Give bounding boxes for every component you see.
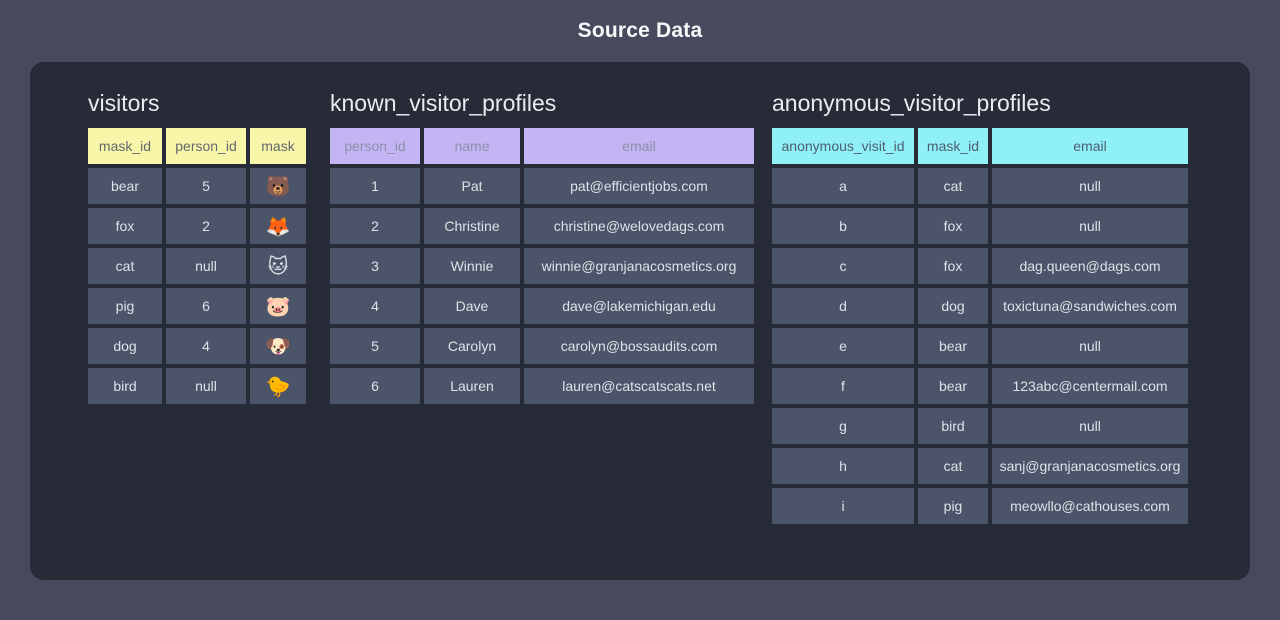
table-grid-known: person_id name email 1 Pat pat@efficient… bbox=[330, 128, 754, 404]
table-cell: b bbox=[772, 208, 914, 244]
table-cell: meowllo@cathouses.com bbox=[992, 488, 1188, 524]
table-cell: c bbox=[772, 248, 914, 284]
table-cell: d bbox=[772, 288, 914, 324]
table-title-known-visitor-profiles: known_visitor_profiles bbox=[330, 88, 754, 118]
table-cell: g bbox=[772, 408, 914, 444]
table-cell: 6 bbox=[330, 368, 420, 404]
column-header-email: email bbox=[524, 128, 754, 164]
table-cell: lauren@catscatscats.net bbox=[524, 368, 754, 404]
table-cell: fox bbox=[88, 208, 162, 244]
table-cell: Winnie bbox=[424, 248, 520, 284]
table-cell: 4 bbox=[166, 328, 246, 364]
table-cell: null bbox=[166, 248, 246, 284]
table-cell: 2 bbox=[330, 208, 420, 244]
table-cell: bear bbox=[918, 328, 988, 364]
table-cell: 2 bbox=[166, 208, 246, 244]
table-cell: 5 bbox=[330, 328, 420, 364]
table-cell: bird bbox=[918, 408, 988, 444]
table-cell: null bbox=[992, 168, 1188, 204]
table-cell: e bbox=[772, 328, 914, 364]
table-cell: pat@efficientjobs.com bbox=[524, 168, 754, 204]
table-cell: pig bbox=[88, 288, 162, 324]
table-cell: bird bbox=[88, 368, 162, 404]
column-header-email: email bbox=[992, 128, 1188, 164]
table-cell: dag.queen@dags.com bbox=[992, 248, 1188, 284]
table-grid-visitors: mask_id person_id mask bear 5 🐻 fox 2 🦊 … bbox=[88, 128, 306, 404]
table-cell: fox bbox=[918, 208, 988, 244]
table-known-visitor-profiles: known_visitor_profiles person_id name em… bbox=[330, 88, 754, 404]
table-cell: i bbox=[772, 488, 914, 524]
table-grid-anonymous: anonymous_visit_id mask_id email a cat n… bbox=[772, 128, 1188, 524]
table-cell: null bbox=[992, 408, 1188, 444]
table-cell: Dave bbox=[424, 288, 520, 324]
table-cell: null bbox=[166, 368, 246, 404]
table-anonymous-visitor-profiles: anonymous_visitor_profiles anonymous_vis… bbox=[772, 88, 1188, 524]
column-header-person-id: person_id bbox=[330, 128, 420, 164]
table-cell: christine@welovedags.com bbox=[524, 208, 754, 244]
dog-emoji-cell: 🐶 bbox=[250, 328, 306, 364]
pig-emoji-cell: 🐷 bbox=[250, 288, 306, 324]
cat-emoji-cell: 🐱 bbox=[250, 248, 306, 284]
column-header-person-id: person_id bbox=[166, 128, 246, 164]
table-cell: Christine bbox=[424, 208, 520, 244]
bear-emoji-cell: 🐻 bbox=[250, 168, 306, 204]
table-cell: 123abc@centermail.com bbox=[992, 368, 1188, 404]
source-data-panel: visitors mask_id person_id mask bear 5 🐻… bbox=[30, 62, 1250, 580]
column-header-mask-id: mask_id bbox=[918, 128, 988, 164]
table-cell: Pat bbox=[424, 168, 520, 204]
column-header-anonymous-visit-id: anonymous_visit_id bbox=[772, 128, 914, 164]
table-cell: 1 bbox=[330, 168, 420, 204]
table-cell: cat bbox=[918, 168, 988, 204]
table-cell: a bbox=[772, 168, 914, 204]
table-cell: 4 bbox=[330, 288, 420, 324]
table-cell: carolyn@bossaudits.com bbox=[524, 328, 754, 364]
column-header-name: name bbox=[424, 128, 520, 164]
table-cell: winnie@granjanacosmetics.org bbox=[524, 248, 754, 284]
table-cell: null bbox=[992, 328, 1188, 364]
table-cell: sanj@granjanacosmetics.org bbox=[992, 448, 1188, 484]
table-cell: bear bbox=[88, 168, 162, 204]
table-cell: bear bbox=[918, 368, 988, 404]
table-cell: fox bbox=[918, 248, 988, 284]
table-title-anonymous-visitor-profiles: anonymous_visitor_profiles bbox=[772, 88, 1188, 118]
table-cell: dog bbox=[88, 328, 162, 364]
table-cell: toxictuna@sandwiches.com bbox=[992, 288, 1188, 324]
table-cell: 6 bbox=[166, 288, 246, 324]
table-cell: 3 bbox=[330, 248, 420, 284]
fox-emoji-cell: 🦊 bbox=[250, 208, 306, 244]
table-cell: dave@lakemichigan.edu bbox=[524, 288, 754, 324]
table-cell: f bbox=[772, 368, 914, 404]
table-cell: Carolyn bbox=[424, 328, 520, 364]
table-cell: h bbox=[772, 448, 914, 484]
table-cell: Lauren bbox=[424, 368, 520, 404]
table-title-visitors: visitors bbox=[88, 88, 306, 118]
column-header-mask-id: mask_id bbox=[88, 128, 162, 164]
table-visitors: visitors mask_id person_id mask bear 5 🐻… bbox=[88, 88, 306, 404]
table-cell: pig bbox=[918, 488, 988, 524]
table-cell: dog bbox=[918, 288, 988, 324]
column-header-mask: mask bbox=[250, 128, 306, 164]
table-cell: cat bbox=[88, 248, 162, 284]
bird-emoji-cell: 🐤 bbox=[250, 368, 306, 404]
page-title: Source Data bbox=[0, 0, 1280, 62]
table-cell: null bbox=[992, 208, 1188, 244]
table-cell: cat bbox=[918, 448, 988, 484]
table-cell: 5 bbox=[166, 168, 246, 204]
